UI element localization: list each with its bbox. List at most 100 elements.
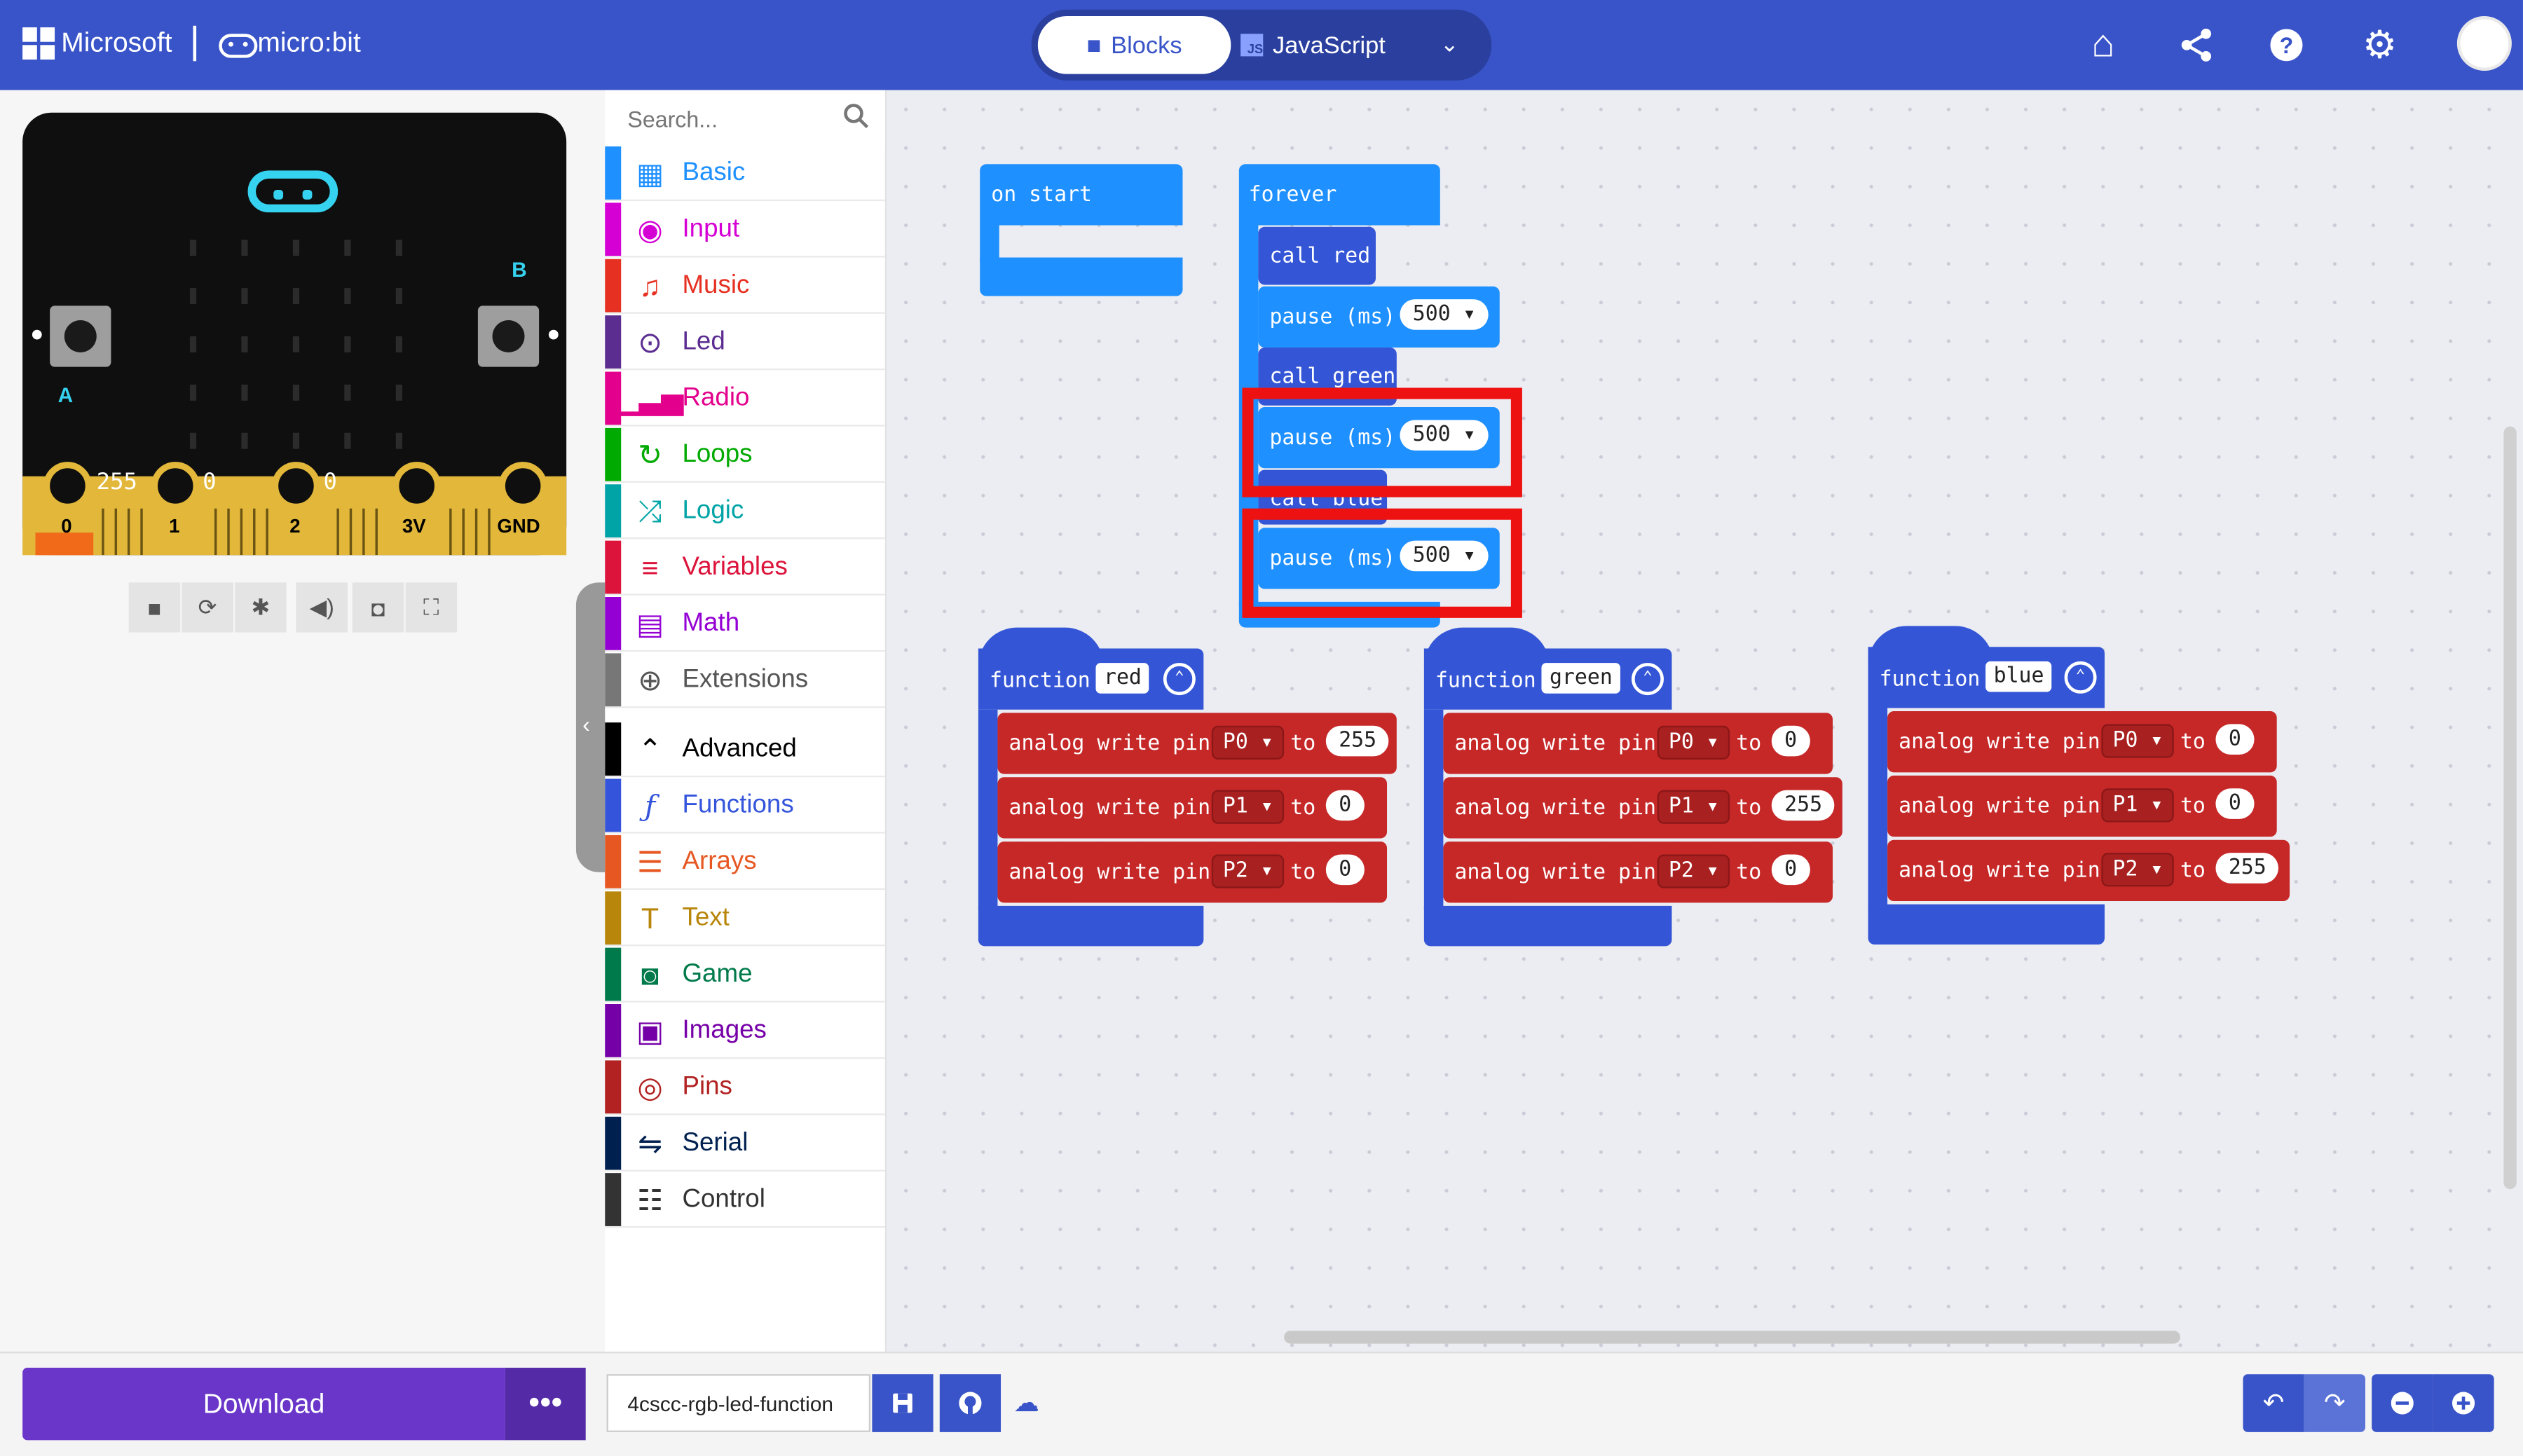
analog-write-block[interactable]: analog write pin P2 ▾ to 255 bbox=[1887, 839, 2290, 902]
analog-write-label: analog write pin bbox=[1454, 732, 1657, 757]
value-input[interactable]: 255 bbox=[1771, 790, 1835, 821]
category-logic[interactable]: ⤮ Logic bbox=[605, 484, 885, 540]
value-input[interactable]: 0 bbox=[1325, 854, 1365, 886]
circle-dot-icon: ◎ bbox=[637, 1071, 663, 1104]
save-icon[interactable] bbox=[872, 1374, 934, 1432]
function-green-block[interactable]: function green ⌃ bbox=[1423, 648, 1672, 710]
call-red-block[interactable]: call red bbox=[1258, 226, 1376, 285]
horizontal-scrollbar[interactable] bbox=[1284, 1331, 2180, 1344]
category-arrays[interactable]: ☰ Arrays bbox=[605, 835, 885, 890]
redo-icon[interactable]: ↷ bbox=[2304, 1374, 2365, 1432]
tab-javascript[interactable]: JS JavaScript bbox=[1240, 16, 1418, 74]
cloud-icon[interactable]: ☁ bbox=[1013, 1387, 1042, 1417]
analog-write-block[interactable]: analog write pin P0 ▾ to 0 bbox=[1887, 711, 2277, 773]
pin-dropdown[interactable]: P2 ▾ bbox=[1657, 854, 1730, 888]
debug-icon[interactable]: ✱ bbox=[235, 582, 287, 633]
pin-0[interactable] bbox=[43, 462, 92, 510]
value-input[interactable]: 255 bbox=[2215, 853, 2280, 884]
more-options-button[interactable]: ••• bbox=[505, 1368, 586, 1441]
pause-block[interactable]: pause (ms) 500 ▾ bbox=[1258, 286, 1500, 348]
zoom-in-icon[interactable] bbox=[2433, 1374, 2494, 1432]
collapse-icon[interactable]: ⌃ bbox=[2064, 661, 2097, 694]
category-variables[interactable]: ≡ Variables bbox=[605, 540, 885, 596]
function-name-field[interactable]: red bbox=[1095, 663, 1150, 694]
pin-dropdown[interactable]: P1 ▾ bbox=[2101, 788, 2175, 823]
category-images[interactable]: ▣ Images bbox=[605, 1004, 885, 1059]
value-input[interactable]: 0 bbox=[2215, 788, 2255, 819]
github-icon[interactable] bbox=[939, 1374, 1001, 1432]
category-serial[interactable]: ⇋ Serial bbox=[605, 1116, 885, 1172]
pin-dropdown[interactable]: P1 ▾ bbox=[1211, 790, 1285, 824]
value-input[interactable]: 255 bbox=[1325, 725, 1390, 757]
button-b[interactable] bbox=[477, 305, 540, 367]
category-music[interactable]: ♫ Music bbox=[605, 259, 885, 314]
category-math[interactable]: ▤ Math bbox=[605, 597, 885, 652]
function-blue-block[interactable]: function blue ⌃ bbox=[1868, 647, 2105, 708]
value-input[interactable]: 0 bbox=[2215, 724, 2255, 755]
help-icon[interactable]: ? bbox=[2264, 22, 2309, 67]
category-radio[interactable]: ▁▃▅ Radio bbox=[605, 371, 885, 427]
pin-2[interactable] bbox=[272, 462, 320, 510]
analog-write-block[interactable]: analog write pin P1 ▾ to 0 bbox=[1887, 775, 2277, 837]
value-input[interactable]: 0 bbox=[1771, 725, 1810, 757]
search-input[interactable] bbox=[624, 104, 840, 134]
settings-icon[interactable]: ⚙ bbox=[2357, 22, 2402, 67]
chevron-down-icon[interactable]: ⌄ bbox=[1440, 31, 1459, 58]
category-functions[interactable]: ƒ Functions bbox=[605, 778, 885, 834]
pin-3v[interactable] bbox=[392, 462, 442, 510]
collapse-icon[interactable]: ⌃ bbox=[1632, 663, 1664, 696]
category-text[interactable]: T Text bbox=[605, 891, 885, 947]
analog-write-block[interactable]: analog write pin P0 ▾ to 255 bbox=[997, 713, 1397, 774]
category-game[interactable]: ◙ Game bbox=[605, 947, 885, 1003]
forever-block[interactable]: forever bbox=[1238, 164, 1440, 226]
search-icon[interactable] bbox=[843, 103, 869, 137]
screenshot-icon[interactable]: ◘ bbox=[352, 582, 404, 633]
pin-dropdown[interactable]: P0 ▾ bbox=[1211, 725, 1285, 760]
analog-write-block[interactable]: analog write pin P0 ▾ to 0 bbox=[1443, 713, 1833, 774]
pin-dropdown[interactable]: P0 ▾ bbox=[1657, 725, 1730, 760]
fullscreen-icon[interactable]: ⛶ bbox=[405, 582, 458, 633]
undo-icon[interactable]: ↶ bbox=[2243, 1374, 2304, 1432]
category-extensions[interactable]: ⊕ Extensions bbox=[605, 653, 885, 708]
analog-write-block[interactable]: analog write pin P2 ▾ to 0 bbox=[1443, 842, 1833, 903]
share-icon[interactable] bbox=[2174, 22, 2219, 67]
avatar[interactable] bbox=[2456, 15, 2512, 71]
collapse-simulator-handle[interactable]: ‹ bbox=[575, 582, 606, 872]
analog-write-block[interactable]: analog write pin P2 ▾ to 0 bbox=[997, 842, 1388, 903]
pin-dropdown[interactable]: P1 ▾ bbox=[1657, 790, 1730, 824]
analog-write-block[interactable]: analog write pin P1 ▾ to 0 bbox=[997, 777, 1388, 839]
download-button[interactable]: Download bbox=[22, 1368, 505, 1441]
value-input[interactable]: 0 bbox=[1771, 854, 1810, 886]
pin-1[interactable] bbox=[151, 462, 200, 510]
pause-duration-dropdown[interactable]: 500 ▾ bbox=[1400, 299, 1489, 330]
function-name-field[interactable]: blue bbox=[1985, 661, 2052, 692]
project-name-input[interactable] bbox=[606, 1374, 871, 1432]
category-advanced[interactable]: ⌃ Advanced bbox=[605, 722, 885, 778]
restart-icon[interactable]: ⟳ bbox=[182, 582, 233, 633]
on-start-block[interactable]: on start bbox=[980, 164, 1183, 226]
value-input[interactable]: 0 bbox=[1325, 790, 1365, 821]
pin-dropdown[interactable]: P2 ▾ bbox=[2101, 853, 2175, 887]
button-a[interactable] bbox=[50, 305, 111, 367]
category-label: Images bbox=[682, 1017, 767, 1045]
microbit-logo[interactable] bbox=[247, 170, 339, 213]
category-pins[interactable]: ◎ Pins bbox=[605, 1060, 885, 1115]
analog-write-block[interactable]: analog write pin P1 ▾ to 255 bbox=[1443, 777, 1842, 839]
mute-icon[interactable]: ◀) bbox=[296, 582, 348, 633]
pin-dropdown[interactable]: P0 ▾ bbox=[2101, 724, 2175, 758]
pin-dropdown[interactable]: P2 ▾ bbox=[1211, 854, 1285, 888]
stop-icon[interactable]: ■ bbox=[128, 582, 181, 633]
function-red-block[interactable]: function red ⌃ bbox=[978, 648, 1204, 710]
category-loops[interactable]: ↻ Loops bbox=[605, 427, 885, 483]
collapse-icon[interactable]: ⌃ bbox=[1163, 663, 1196, 696]
home-icon[interactable]: ⌂ bbox=[2081, 22, 2126, 67]
zoom-out-icon[interactable] bbox=[2372, 1374, 2433, 1432]
function-name-field[interactable]: green bbox=[1541, 663, 1621, 694]
pin-gnd[interactable] bbox=[498, 462, 547, 510]
category-basic[interactable]: ▦ Basic bbox=[605, 146, 885, 202]
category-control[interactable]: ☷ Control bbox=[605, 1173, 885, 1228]
vertical-scrollbar[interactable] bbox=[2503, 426, 2517, 1190]
tab-blocks[interactable]: ■ Blocks bbox=[1037, 15, 1231, 74]
category-input[interactable]: ◉ Input bbox=[605, 202, 885, 258]
category-led[interactable]: ⊙ Led bbox=[605, 315, 885, 371]
